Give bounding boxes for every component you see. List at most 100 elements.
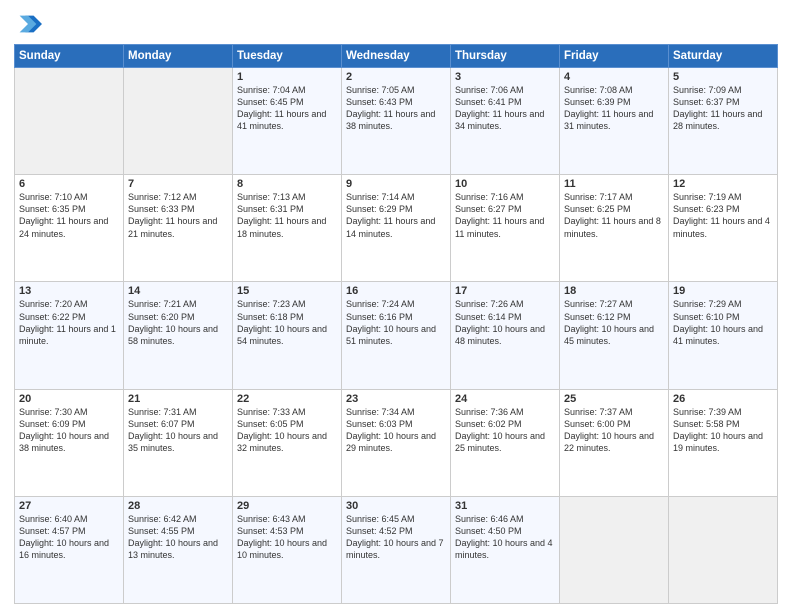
page: SundayMondayTuesdayWednesdayThursdayFrid… (0, 0, 792, 612)
day-number: 28 (128, 500, 228, 512)
day-number: 10 (455, 178, 555, 190)
day-info: Sunrise: 7:09 AM Sunset: 6:37 PM Dayligh… (673, 84, 773, 133)
day-header-wednesday: Wednesday (342, 45, 451, 68)
day-cell (124, 68, 233, 175)
day-info: Sunrise: 7:16 AM Sunset: 6:27 PM Dayligh… (455, 191, 555, 240)
day-info: Sunrise: 7:30 AM Sunset: 6:09 PM Dayligh… (19, 406, 119, 455)
day-header-tuesday: Tuesday (233, 45, 342, 68)
day-number: 9 (346, 178, 446, 190)
day-cell: 30Sunrise: 6:45 AM Sunset: 4:52 PM Dayli… (342, 496, 451, 603)
day-number: 26 (673, 393, 773, 405)
day-number: 18 (564, 285, 664, 297)
day-cell: 24Sunrise: 7:36 AM Sunset: 6:02 PM Dayli… (451, 389, 560, 496)
day-cell: 20Sunrise: 7:30 AM Sunset: 6:09 PM Dayli… (15, 389, 124, 496)
day-number: 30 (346, 500, 446, 512)
day-number: 23 (346, 393, 446, 405)
day-cell: 27Sunrise: 6:40 AM Sunset: 4:57 PM Dayli… (15, 496, 124, 603)
day-header-saturday: Saturday (669, 45, 778, 68)
day-cell: 18Sunrise: 7:27 AM Sunset: 6:12 PM Dayli… (560, 282, 669, 389)
day-info: Sunrise: 7:20 AM Sunset: 6:22 PM Dayligh… (19, 298, 119, 347)
day-cell: 29Sunrise: 6:43 AM Sunset: 4:53 PM Dayli… (233, 496, 342, 603)
day-number: 24 (455, 393, 555, 405)
day-cell: 13Sunrise: 7:20 AM Sunset: 6:22 PM Dayli… (15, 282, 124, 389)
week-row-4: 27Sunrise: 6:40 AM Sunset: 4:57 PM Dayli… (15, 496, 778, 603)
day-cell: 9Sunrise: 7:14 AM Sunset: 6:29 PM Daylig… (342, 175, 451, 282)
day-cell: 26Sunrise: 7:39 AM Sunset: 5:58 PM Dayli… (669, 389, 778, 496)
day-cell: 21Sunrise: 7:31 AM Sunset: 6:07 PM Dayli… (124, 389, 233, 496)
day-number: 22 (237, 393, 337, 405)
day-info: Sunrise: 6:46 AM Sunset: 4:50 PM Dayligh… (455, 513, 555, 562)
day-info: Sunrise: 7:04 AM Sunset: 6:45 PM Dayligh… (237, 84, 337, 133)
day-cell: 3Sunrise: 7:06 AM Sunset: 6:41 PM Daylig… (451, 68, 560, 175)
logo-icon (14, 10, 42, 38)
day-info: Sunrise: 7:31 AM Sunset: 6:07 PM Dayligh… (128, 406, 228, 455)
day-cell: 1Sunrise: 7:04 AM Sunset: 6:45 PM Daylig… (233, 68, 342, 175)
week-row-2: 13Sunrise: 7:20 AM Sunset: 6:22 PM Dayli… (15, 282, 778, 389)
days-header-row: SundayMondayTuesdayWednesdayThursdayFrid… (15, 45, 778, 68)
day-header-sunday: Sunday (15, 45, 124, 68)
day-info: Sunrise: 7:19 AM Sunset: 6:23 PM Dayligh… (673, 191, 773, 240)
day-info: Sunrise: 7:21 AM Sunset: 6:20 PM Dayligh… (128, 298, 228, 347)
day-number: 12 (673, 178, 773, 190)
day-info: Sunrise: 7:17 AM Sunset: 6:25 PM Dayligh… (564, 191, 664, 240)
day-number: 19 (673, 285, 773, 297)
day-cell: 17Sunrise: 7:26 AM Sunset: 6:14 PM Dayli… (451, 282, 560, 389)
day-cell: 14Sunrise: 7:21 AM Sunset: 6:20 PM Dayli… (124, 282, 233, 389)
day-cell: 10Sunrise: 7:16 AM Sunset: 6:27 PM Dayli… (451, 175, 560, 282)
day-number: 5 (673, 71, 773, 83)
day-number: 1 (237, 71, 337, 83)
day-header-thursday: Thursday (451, 45, 560, 68)
day-info: Sunrise: 7:33 AM Sunset: 6:05 PM Dayligh… (237, 406, 337, 455)
day-info: Sunrise: 7:10 AM Sunset: 6:35 PM Dayligh… (19, 191, 119, 240)
day-info: Sunrise: 6:45 AM Sunset: 4:52 PM Dayligh… (346, 513, 446, 562)
day-number: 2 (346, 71, 446, 83)
day-info: Sunrise: 7:13 AM Sunset: 6:31 PM Dayligh… (237, 191, 337, 240)
day-cell: 6Sunrise: 7:10 AM Sunset: 6:35 PM Daylig… (15, 175, 124, 282)
day-number: 27 (19, 500, 119, 512)
day-number: 21 (128, 393, 228, 405)
day-info: Sunrise: 7:08 AM Sunset: 6:39 PM Dayligh… (564, 84, 664, 133)
day-cell (560, 496, 669, 603)
day-cell: 31Sunrise: 6:46 AM Sunset: 4:50 PM Dayli… (451, 496, 560, 603)
day-cell: 22Sunrise: 7:33 AM Sunset: 6:05 PM Dayli… (233, 389, 342, 496)
day-info: Sunrise: 6:40 AM Sunset: 4:57 PM Dayligh… (19, 513, 119, 562)
week-row-0: 1Sunrise: 7:04 AM Sunset: 6:45 PM Daylig… (15, 68, 778, 175)
day-number: 3 (455, 71, 555, 83)
day-info: Sunrise: 7:24 AM Sunset: 6:16 PM Dayligh… (346, 298, 446, 347)
day-info: Sunrise: 7:05 AM Sunset: 6:43 PM Dayligh… (346, 84, 446, 133)
day-info: Sunrise: 6:43 AM Sunset: 4:53 PM Dayligh… (237, 513, 337, 562)
day-info: Sunrise: 7:06 AM Sunset: 6:41 PM Dayligh… (455, 84, 555, 133)
day-info: Sunrise: 7:37 AM Sunset: 6:00 PM Dayligh… (564, 406, 664, 455)
day-cell (669, 496, 778, 603)
day-number: 6 (19, 178, 119, 190)
day-cell (15, 68, 124, 175)
day-cell: 11Sunrise: 7:17 AM Sunset: 6:25 PM Dayli… (560, 175, 669, 282)
day-cell: 7Sunrise: 7:12 AM Sunset: 6:33 PM Daylig… (124, 175, 233, 282)
day-number: 8 (237, 178, 337, 190)
day-info: Sunrise: 7:27 AM Sunset: 6:12 PM Dayligh… (564, 298, 664, 347)
day-number: 16 (346, 285, 446, 297)
day-header-friday: Friday (560, 45, 669, 68)
day-info: Sunrise: 7:23 AM Sunset: 6:18 PM Dayligh… (237, 298, 337, 347)
day-number: 31 (455, 500, 555, 512)
day-cell: 8Sunrise: 7:13 AM Sunset: 6:31 PM Daylig… (233, 175, 342, 282)
day-number: 20 (19, 393, 119, 405)
day-cell: 5Sunrise: 7:09 AM Sunset: 6:37 PM Daylig… (669, 68, 778, 175)
day-cell: 16Sunrise: 7:24 AM Sunset: 6:16 PM Dayli… (342, 282, 451, 389)
day-cell: 28Sunrise: 6:42 AM Sunset: 4:55 PM Dayli… (124, 496, 233, 603)
day-cell: 4Sunrise: 7:08 AM Sunset: 6:39 PM Daylig… (560, 68, 669, 175)
day-cell: 12Sunrise: 7:19 AM Sunset: 6:23 PM Dayli… (669, 175, 778, 282)
day-number: 15 (237, 285, 337, 297)
week-row-1: 6Sunrise: 7:10 AM Sunset: 6:35 PM Daylig… (15, 175, 778, 282)
day-cell: 15Sunrise: 7:23 AM Sunset: 6:18 PM Dayli… (233, 282, 342, 389)
day-number: 11 (564, 178, 664, 190)
calendar-table: SundayMondayTuesdayWednesdayThursdayFrid… (14, 44, 778, 604)
day-cell: 25Sunrise: 7:37 AM Sunset: 6:00 PM Dayli… (560, 389, 669, 496)
week-row-3: 20Sunrise: 7:30 AM Sunset: 6:09 PM Dayli… (15, 389, 778, 496)
header (14, 10, 778, 38)
day-info: Sunrise: 7:34 AM Sunset: 6:03 PM Dayligh… (346, 406, 446, 455)
day-number: 4 (564, 71, 664, 83)
day-cell: 23Sunrise: 7:34 AM Sunset: 6:03 PM Dayli… (342, 389, 451, 496)
day-number: 14 (128, 285, 228, 297)
day-number: 29 (237, 500, 337, 512)
